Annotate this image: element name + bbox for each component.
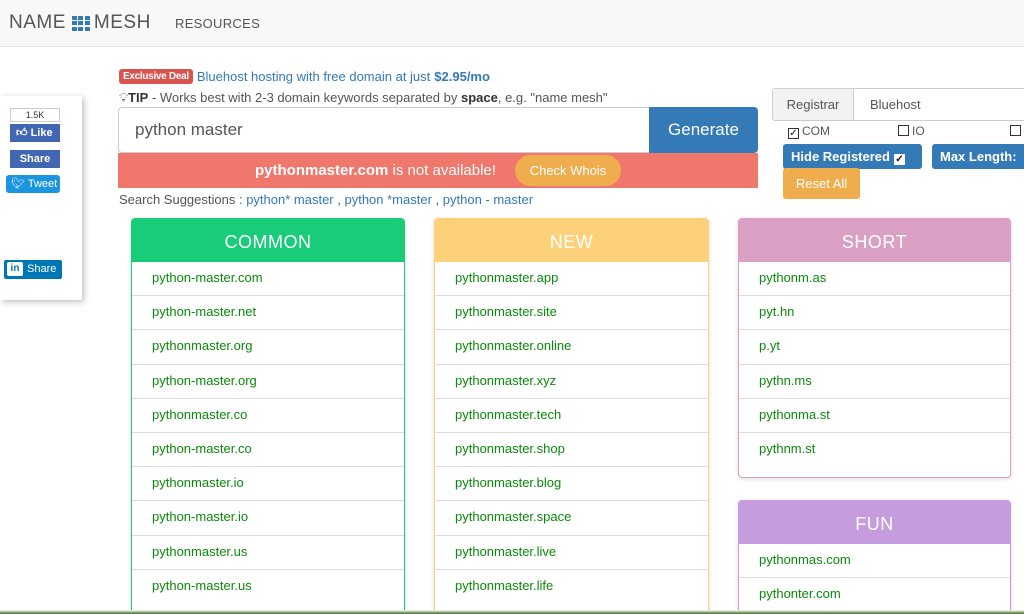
tweet-label: Tweet: [27, 178, 58, 190]
panel-title: FUN: [739, 501, 1010, 544]
deal-text: Bluehost hosting with free domain at jus…: [196, 69, 431, 84]
thumbs-up-icon: 👍︎: [16, 127, 28, 139]
tip-keyword: space: [460, 90, 498, 105]
checked-checkbox-icon: ✓: [893, 154, 905, 165]
hide-registered-toggle[interactable]: Hide Registered ✓: [783, 144, 922, 169]
domain-item[interactable]: pythn.ms: [739, 365, 1010, 399]
domain-item[interactable]: pythonma.st: [739, 399, 1010, 433]
tip-text-before: - Works best with 2-3 domain keywords se…: [148, 90, 461, 105]
fun-domains-panel: FUN pythonmas.com pythonter.com: [738, 500, 1011, 614]
new-domains-panel: NEW pythonmaster.app pythonmaster.site p…: [434, 218, 709, 614]
domain-item[interactable]: pythonmaster.xyz: [435, 365, 708, 399]
domain-item[interactable]: python-master.co: [132, 433, 404, 468]
registrar-label: Registrar: [773, 89, 854, 120]
domain-item[interactable]: python-master.com: [132, 262, 404, 297]
short-domains-panel: SHORT pythonm.as pyt.hn p.yt pythn.ms py…: [738, 218, 1011, 478]
facebook-like-button[interactable]: 👍︎ Like: [10, 124, 60, 142]
facebook-share-button[interactable]: Share: [10, 150, 60, 168]
linkedin-share-button[interactable]: in Share: [4, 260, 62, 279]
domain-item[interactable]: pythonmaster.app: [435, 262, 708, 297]
grid-logo-icon: [71, 15, 90, 31]
tip-label: TIP: [128, 90, 149, 105]
domain-item[interactable]: pythonmaster.shop: [435, 433, 708, 468]
exclusive-deal-badge: Exclusive Deal: [119, 69, 193, 84]
tld-checkbox-io[interactable]: IO: [898, 124, 925, 138]
common-domains-panel: COMMON python-master.com python-master.n…: [131, 218, 405, 614]
panel-title: NEW: [435, 219, 708, 262]
domain-item[interactable]: pythonmaster.online: [435, 330, 708, 365]
facebook-like-label: Like: [30, 127, 53, 139]
domain-item[interactable]: pythonmaster.life: [435, 570, 708, 604]
nav-resources-link[interactable]: RESOURCES: [175, 16, 260, 31]
domain-item[interactable]: pythonmaster.us: [132, 536, 404, 570]
exclusive-deal-banner[interactable]: Exclusive Deal Bluehost hosting with fre…: [119, 69, 490, 84]
max-length-filter[interactable]: Max Length:: [932, 144, 1024, 169]
domain-item[interactable]: python-master.io: [132, 501, 404, 536]
domain-item[interactable]: pythnm.st: [739, 433, 1010, 467]
domain-item[interactable]: p.yt: [739, 330, 1010, 365]
top-navbar: NAME MESH RESOURCES: [0, 0, 1024, 47]
deal-price: $2.95/mo: [434, 69, 490, 84]
generate-button[interactable]: Generate: [649, 107, 758, 153]
suggestion-link[interactable]: python* master: [246, 192, 333, 207]
availability-message: pythonmaster.com is not available!: [255, 153, 496, 188]
domain-item[interactable]: pythonmaster.space: [435, 501, 708, 536]
search-suggestions: Search Suggestions : python* master , py…: [119, 192, 534, 207]
unchecked-checkbox-icon: [898, 125, 909, 136]
domain-item[interactable]: pythonm.as: [739, 262, 1010, 297]
domain-item[interactable]: pythonmaster.blog: [435, 467, 708, 502]
domain-list: pythonmas.com pythonter.com: [739, 544, 1010, 612]
domain-item[interactable]: pythonmas.com: [739, 544, 1010, 579]
logo-text-name: NAME: [9, 12, 66, 33]
check-whois-button[interactable]: Check Whois: [515, 155, 621, 186]
checked-checkbox-icon: ✓: [788, 128, 799, 139]
hide-registered-label: Hide Registered: [791, 149, 890, 164]
twitter-bird-icon: 🐦︎: [11, 178, 25, 190]
panel-title: SHORT: [739, 219, 1010, 262]
search-tip: 💡︎TIP - Works best with 2-3 domain keywo…: [119, 90, 608, 106]
domain-list: python-master.com python-master.net pyth…: [132, 262, 404, 604]
domain-item[interactable]: pythonmaster.co: [132, 399, 404, 433]
domain-item[interactable]: pythonter.com: [739, 578, 1010, 612]
domain-item[interactable]: python-master.net: [132, 296, 404, 331]
facebook-like-count: 1.5K: [10, 108, 60, 122]
availability-status: is not available!: [388, 162, 496, 179]
social-share-sidebar: 1.5K 👍︎ Like Share 🐦︎ Tweet in Share: [0, 96, 82, 300]
site-logo[interactable]: NAME MESH: [9, 12, 151, 34]
suggestion-link[interactable]: python - master: [443, 192, 533, 207]
tld-label: IO: [912, 124, 925, 138]
tip-text-after: , e.g. "name mesh": [497, 90, 608, 105]
domain-item[interactable]: pythonmaster.site: [435, 296, 708, 331]
tld-checkbox-com[interactable]: ✓ COM: [788, 124, 830, 139]
linkedin-share-label: Share: [27, 263, 57, 275]
domain-list: pythonmaster.app pythonmaster.site pytho…: [435, 262, 708, 604]
suggestions-label: Search Suggestions :: [119, 192, 247, 207]
domain-item[interactable]: pythonmaster.org: [132, 330, 404, 365]
search-input[interactable]: [118, 107, 650, 153]
tld-label: COM: [802, 124, 830, 138]
domain-item[interactable]: pythonmaster.io: [132, 467, 404, 502]
search-form: Generate: [118, 107, 758, 153]
domain-item[interactable]: pythonmaster.live: [435, 536, 708, 570]
logo-text-mesh: MESH: [93, 12, 151, 33]
page-bottom-edge: [0, 610, 1024, 614]
availability-alert: pythonmaster.com is not available! Check…: [118, 153, 758, 188]
lightbulb-icon: 💡︎: [119, 90, 129, 105]
registrar-value: Bluehost: [870, 97, 921, 112]
panel-title: COMMON: [132, 219, 404, 262]
tld-checkbox-more[interactable]: [1010, 124, 1024, 138]
suggestion-link[interactable]: python *master: [344, 192, 431, 207]
domain-item[interactable]: python-master.org: [132, 365, 404, 399]
unchecked-checkbox-icon: [1010, 125, 1021, 136]
domain-item[interactable]: pythonmaster.tech: [435, 399, 708, 433]
registrar-select[interactable]: Registrar Bluehost: [772, 88, 1024, 121]
unavailable-domain: pythonmaster.com: [255, 162, 389, 179]
linkedin-icon: in: [7, 262, 23, 277]
reset-all-button[interactable]: Reset All: [783, 168, 860, 199]
domain-item[interactable]: python-master.us: [132, 570, 404, 604]
twitter-tweet-button[interactable]: 🐦︎ Tweet: [6, 175, 60, 193]
domain-item[interactable]: pyt.hn: [739, 296, 1010, 331]
domain-list: pythonm.as pyt.hn p.yt pythn.ms pythonma…: [739, 262, 1010, 467]
